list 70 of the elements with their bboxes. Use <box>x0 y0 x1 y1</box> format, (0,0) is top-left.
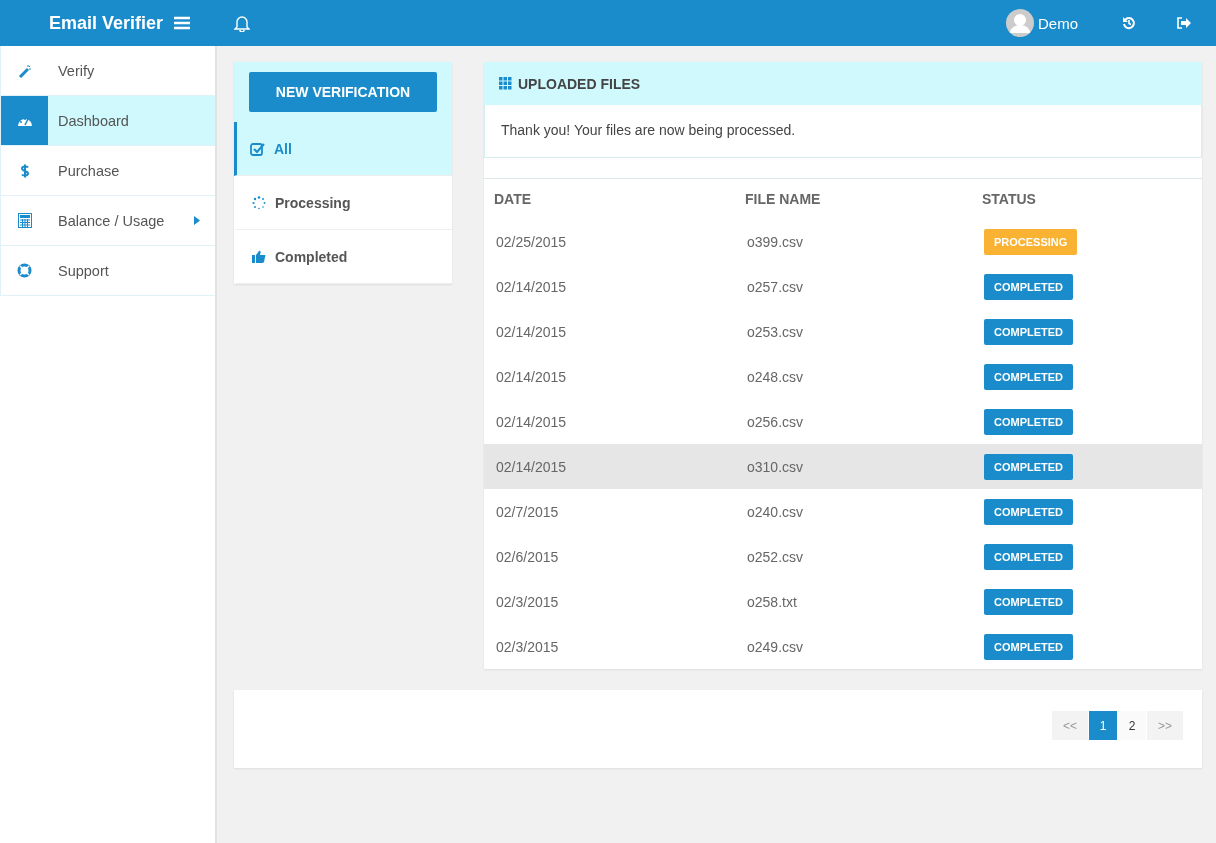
status-badge: COMPLETED <box>984 408 1074 435</box>
date-cell-text: 02/25/2015 <box>495 232 568 252</box>
status-badge: PROCESSING <box>984 228 1078 255</box>
file-name-cell-text: o249.csv <box>746 637 805 657</box>
app-title: Email Verifier <box>49 12 164 34</box>
file-name-cell-text: o253.csv <box>746 322 805 342</box>
grid-icon <box>499 77 512 90</box>
logout-icon[interactable] <box>1177 17 1191 29</box>
sidebar-item[interactable]: Dashboard <box>0 96 215 146</box>
spinner-icon <box>252 195 266 210</box>
table-row[interactable]: 02/14/2015 o253.csv COMPLETED <box>484 309 1202 354</box>
status-badge: COMPLETED <box>984 273 1074 300</box>
date-cell: 02/7/2015 <box>484 489 735 534</box>
user-menu[interactable]: Demo <box>1006 9 1078 37</box>
status-message: Thank you! Your files are now being processed. <box>484 105 1202 158</box>
filter-item[interactable]: All <box>234 122 452 176</box>
date-cell-text: 02/6/2015 <box>495 547 560 567</box>
sidebar-item[interactable]: Purchase <box>0 146 215 196</box>
file-name-cell-text: o257.csv <box>746 277 805 297</box>
table-row[interactable]: 02/3/2015 o249.csv COMPLETED <box>484 624 1202 669</box>
panel-title: UPLOADED FILES <box>518 75 641 92</box>
menu-icon[interactable] <box>174 16 191 30</box>
file-name-cell-text: o252.csv <box>746 547 805 567</box>
date-cell-text: 02/14/2015 <box>495 322 568 342</box>
file-name-cell-text: o258.txt <box>746 592 798 612</box>
table-row[interactable]: 02/14/2015 o256.csv COMPLETED <box>484 399 1202 444</box>
date-cell-text: 02/3/2015 <box>495 592 560 612</box>
table-row[interactable]: 02/7/2015 o240.csv COMPLETED <box>484 489 1202 534</box>
history-icon[interactable] <box>1122 16 1136 30</box>
table-row[interactable]: 02/14/2015 o257.csv COMPLETED <box>484 264 1202 309</box>
table-row[interactable]: 02/3/2015 o258.txt COMPLETED <box>484 579 1202 624</box>
file-name-cell: o256.csv <box>735 399 972 444</box>
lifebuoy-icon <box>17 263 32 278</box>
file-name-cell: o240.csv <box>735 489 972 534</box>
calculator-icon <box>17 213 32 228</box>
thumbs-up-icon <box>252 250 266 263</box>
column-header: STATUS <box>972 178 1202 219</box>
date-cell-text: 02/14/2015 <box>495 367 568 387</box>
date-cell: 02/14/2015 <box>484 444 735 489</box>
page-button[interactable]: 2 <box>1118 711 1146 740</box>
file-name-cell-text: o399.csv <box>746 232 805 252</box>
table-row[interactable]: 02/14/2015 o310.csv COMPLETED <box>484 444 1202 489</box>
status-badge: COMPLETED <box>984 543 1074 570</box>
filter-item[interactable]: Processing <box>234 176 452 230</box>
avatar-icon <box>1006 9 1034 37</box>
new-verification-button[interactable]: NEW VERIFICATION <box>249 72 437 112</box>
sidebar-item[interactable]: Support <box>0 246 215 296</box>
magic-wand-icon <box>17 63 32 78</box>
status-badge: COMPLETED <box>984 633 1074 660</box>
table-row[interactable]: 02/14/2015 o248.csv COMPLETED <box>484 354 1202 399</box>
bell-icon[interactable] <box>234 14 251 32</box>
column-header: DATE <box>484 178 735 219</box>
status-badge: COMPLETED <box>984 498 1074 525</box>
date-cell-text: 02/3/2015 <box>495 637 560 657</box>
date-cell-text: 02/14/2015 <box>495 277 568 297</box>
table-row[interactable]: 02/6/2015 o252.csv COMPLETED <box>484 534 1202 579</box>
page-button[interactable]: 1 <box>1089 711 1117 740</box>
sidebar-item[interactable]: Balance / Usage <box>0 196 215 246</box>
date-cell: 02/14/2015 <box>484 399 735 444</box>
filter-item[interactable]: Completed <box>234 230 452 284</box>
column-header: FILE NAME <box>735 178 972 219</box>
checkbox-icon <box>250 141 265 156</box>
status-badge: COMPLETED <box>984 588 1074 615</box>
table-row[interactable]: 02/25/2015 o399.csv PROCESSING <box>484 219 1202 264</box>
file-name-cell-text: o248.csv <box>746 367 805 387</box>
status-badge: COMPLETED <box>984 363 1074 390</box>
file-name-cell: o310.csv <box>735 444 972 489</box>
status-badge: COMPLETED <box>984 318 1074 345</box>
status-badge: COMPLETED <box>984 453 1074 480</box>
dollar-icon <box>19 162 30 179</box>
